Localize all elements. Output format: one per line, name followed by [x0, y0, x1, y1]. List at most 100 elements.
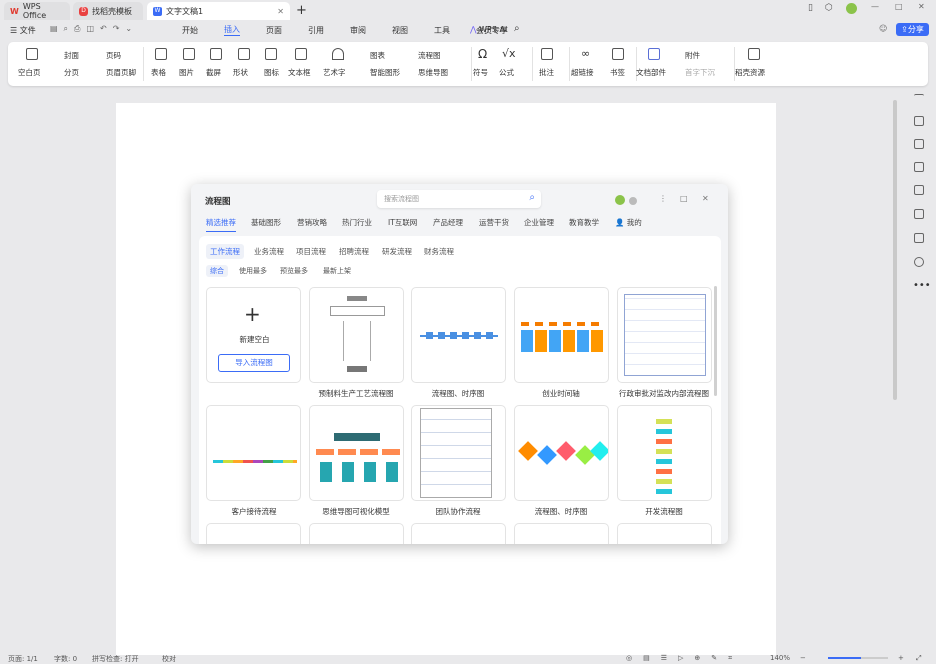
template-card[interactable] [309, 405, 404, 501]
category-featured[interactable]: 精选推荐 [206, 217, 236, 232]
docer-resource-button[interactable]: 稻壳资源 [735, 67, 765, 78]
import-button[interactable]: 导入流程图 [218, 354, 290, 372]
wps-ai-button[interactable]: ⋀ WPS AI [470, 25, 507, 34]
picture-button[interactable]: 图片 [179, 67, 194, 78]
cover-button[interactable]: 封面 [64, 50, 79, 61]
tools-icon[interactable] [914, 209, 924, 219]
template-title[interactable]: 行政审批对监改内部流程图 [609, 388, 719, 399]
category-pm[interactable]: 产品经理 [433, 217, 463, 228]
panel-scrollbar[interactable] [714, 286, 717, 396]
template-card[interactable] [411, 523, 506, 544]
table-button[interactable]: 表格 [151, 67, 166, 78]
category-marketing[interactable]: 营销攻略 [297, 217, 327, 228]
sort-most-used[interactable]: 使用最多 [239, 266, 267, 276]
window-controls[interactable]: ▯⬡ [808, 3, 845, 13]
doc-parts-button[interactable]: 文档部件 [636, 67, 666, 78]
close-tab-icon[interactable]: ✕ [277, 7, 284, 16]
category-enterprise[interactable]: 企业管理 [524, 217, 554, 228]
zoom-level[interactable]: 140% [770, 654, 790, 662]
quick-access-toolbar[interactable]: ▤⌕⎙◫↶↷⌄ [50, 24, 138, 34]
tab-wps-office[interactable]: W WPS Office [4, 2, 70, 20]
close-icon[interactable]: ✕ [702, 194, 709, 203]
category-it[interactable]: IT互联网 [388, 217, 417, 228]
collapse-icon[interactable] [914, 94, 924, 104]
comment-button[interactable]: 批注 [539, 67, 554, 78]
template-card[interactable] [514, 405, 609, 501]
subtab-work[interactable]: 工作流程 [206, 244, 244, 259]
search-input[interactable]: 搜索流程图 ⌕ [377, 190, 541, 208]
menu-review[interactable]: 审阅 [350, 25, 366, 36]
zoom-in-button[interactable]: + [898, 654, 904, 662]
template-card[interactable] [206, 523, 301, 544]
share-button[interactable]: ⇪分享 [896, 23, 929, 36]
template-card[interactable] [514, 523, 609, 544]
menu-view[interactable]: 视图 [392, 25, 408, 36]
zoom-out-button[interactable]: − [800, 654, 806, 662]
subtab-finance[interactable]: 财务流程 [424, 246, 454, 257]
category-basic[interactable]: 基础图形 [251, 217, 281, 228]
page-break-button[interactable]: 分页 [64, 67, 79, 78]
smart-graphic-button[interactable]: 智能图形 [370, 67, 400, 78]
sort-newest[interactable]: 最新上架 [323, 266, 351, 276]
screenshot-button[interactable]: 截屏 [206, 67, 221, 78]
textbox-button[interactable]: 文本框 [288, 67, 311, 78]
template-card[interactable] [617, 287, 712, 383]
header-footer-button[interactable]: 页眉页脚 [106, 67, 136, 78]
search-icon[interactable]: ⌕ [529, 192, 535, 203]
zoom-slider[interactable] [828, 657, 888, 659]
maximize-button[interactable]: □ [895, 2, 903, 11]
flowchart-button[interactable]: 流程图 [418, 50, 441, 61]
category-education[interactable]: 教育教学 [569, 217, 599, 228]
template-card[interactable] [309, 287, 404, 383]
bookmark-button[interactable]: 书签 [610, 67, 625, 78]
template-title[interactable]: 流程图、时序图 [403, 388, 513, 399]
template-card[interactable] [206, 405, 301, 501]
shape-button[interactable]: 形状 [233, 67, 248, 78]
feedback-icon[interactable]: ☺ [879, 24, 887, 33]
drop-cap-button[interactable]: 首字下沉 [685, 67, 715, 78]
subtab-recruit[interactable]: 招聘流程 [339, 246, 369, 257]
tab-docer-templates[interactable]: D 找稻壳模板 [73, 2, 143, 20]
category-industry[interactable]: 热门行业 [342, 217, 372, 228]
template-title[interactable]: 流程图、时序图 [506, 506, 616, 517]
image-icon[interactable] [914, 233, 924, 243]
help-icon[interactable] [914, 257, 924, 267]
maximize-icon[interactable]: □ [680, 194, 688, 203]
sort-most-viewed[interactable]: 预览最多 [280, 266, 308, 276]
menu-tools[interactable]: 工具 [434, 25, 450, 36]
menu-references[interactable]: 引用 [308, 25, 324, 36]
menu-insert[interactable]: 插入 [224, 24, 240, 36]
formula-button[interactable]: 公式 [499, 67, 514, 78]
select-icon[interactable] [914, 139, 924, 149]
vertical-scrollbar[interactable] [893, 100, 897, 400]
template-title[interactable]: 思维导图可视化模型 [301, 506, 411, 517]
new-blank-card[interactable]: + 新建空白 导入流程图 [206, 287, 301, 383]
symbol-button[interactable]: 符号 [473, 67, 488, 78]
avatar[interactable] [846, 3, 857, 14]
view-mode-icons[interactable]: ◎▤☰▷⊕✎⌗ [626, 654, 743, 663]
file-menu[interactable]: ☰ 文件 [10, 25, 36, 36]
sort-overall[interactable]: 综合 [206, 265, 228, 277]
close-button[interactable]: ✕ [918, 2, 925, 11]
template-title[interactable]: 开发流程图 [609, 506, 719, 517]
search-icon[interactable]: ⌕ [514, 23, 520, 34]
icons-button[interactable]: 图标 [264, 67, 279, 78]
hyperlink-button[interactable]: 超链接 [571, 67, 594, 78]
template-title[interactable]: 预制料生产工艺流程图 [301, 388, 411, 399]
tab-document[interactable]: W 文字文稿1 ✕ [147, 2, 290, 20]
template-card[interactable] [514, 287, 609, 383]
template-title[interactable]: 创业时间轴 [506, 388, 616, 399]
template-title[interactable]: 客户接待流程 [199, 506, 309, 517]
template-card[interactable] [617, 523, 712, 544]
translate-icon[interactable] [914, 185, 924, 195]
category-ops[interactable]: 运营干货 [479, 217, 509, 228]
chart-button[interactable]: 图表 [370, 50, 385, 61]
new-tab-button[interactable]: + [296, 3, 307, 18]
menu-page[interactable]: 页面 [266, 25, 282, 36]
blank-page-button[interactable]: 空白页 [18, 67, 41, 78]
more-icon[interactable]: ••• [913, 280, 931, 291]
pen-icon[interactable] [914, 116, 924, 126]
template-title[interactable]: 团队协作流程 [403, 506, 513, 517]
template-card[interactable] [411, 287, 506, 383]
mindmap-button[interactable]: 思维导图 [418, 67, 448, 78]
